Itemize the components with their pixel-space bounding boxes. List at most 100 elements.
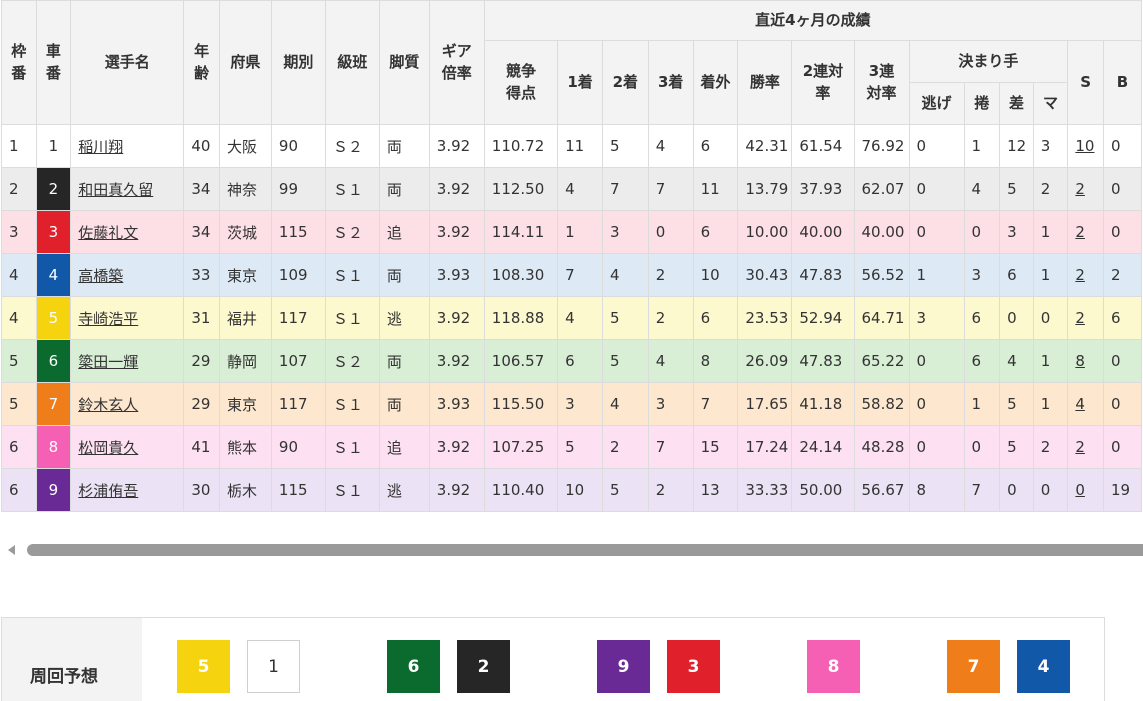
cell-mark: 1 xyxy=(1032,210,1069,254)
cell-mark: 2 xyxy=(1032,425,1069,469)
cell-second: 5 xyxy=(601,124,649,168)
cell-class: Ｓ１ xyxy=(324,296,380,340)
cell-top2: 41.18 xyxy=(791,382,855,426)
car-number-badge: 9 xyxy=(35,468,72,512)
cell-leg: 追 xyxy=(378,210,430,254)
cell-s: 2 xyxy=(1067,425,1105,469)
racer-name-link[interactable]: 稲川翔 xyxy=(78,138,123,156)
cell-top3: 76.92 xyxy=(853,124,910,168)
cell-waku: 3 xyxy=(1,210,37,254)
cell-sashi: 3 xyxy=(999,210,1034,254)
cell-b: 6 xyxy=(1103,296,1142,340)
cell-nige: 0 xyxy=(908,339,965,383)
cell-top2: 40.00 xyxy=(791,210,855,254)
racer-name-link[interactable]: 高橋築 xyxy=(78,267,123,285)
cell-second: 5 xyxy=(601,468,649,512)
cell-score: 110.72 xyxy=(483,124,559,168)
header-name: 選手名 xyxy=(70,0,185,125)
racer-name-link[interactable]: 鈴木玄人 xyxy=(78,396,138,414)
cell-sashi: 0 xyxy=(999,468,1034,512)
s-count-link[interactable]: 2 xyxy=(1075,266,1085,284)
cell-gear: 3.93 xyxy=(428,382,485,426)
cell-name: 松岡貴久 xyxy=(70,425,185,469)
cell-gear: 3.93 xyxy=(428,253,485,297)
s-count-link[interactable]: 2 xyxy=(1075,438,1085,456)
table-row: 3 3 佐藤礼文 34 茨城 115 Ｓ２ 追 3.92 114.11 1 3 0 6 10.00 40.00… xyxy=(1,210,1142,254)
cell-mark: 1 xyxy=(1032,253,1069,297)
car-number-badge: 7 xyxy=(35,382,72,426)
header-kimarite: 決まり手 xyxy=(908,40,1069,83)
cell-win: 17.65 xyxy=(737,382,793,426)
cell-age: 29 xyxy=(183,382,220,426)
cell-age: 33 xyxy=(183,253,220,297)
cell-b: 0 xyxy=(1103,210,1142,254)
cell-mark: 1 xyxy=(1032,339,1069,383)
scroll-left-arrow-icon[interactable] xyxy=(8,545,15,555)
racer-name-link[interactable]: 簗田一輝 xyxy=(78,353,138,371)
cell-first: 6 xyxy=(557,339,603,383)
s-count-link[interactable]: 4 xyxy=(1075,395,1085,413)
cell-age: 29 xyxy=(183,339,220,383)
cell-first: 4 xyxy=(557,296,603,340)
cell-gear: 3.92 xyxy=(428,124,485,168)
s-count-link[interactable]: 0 xyxy=(1075,481,1085,499)
cell-b: 0 xyxy=(1103,167,1142,211)
scrollbar-thumb[interactable] xyxy=(27,544,1143,556)
cell-name: 高橋築 xyxy=(70,253,185,297)
cell-b: 19 xyxy=(1103,468,1142,512)
header-win-rate: 勝率 xyxy=(737,40,793,125)
cell-nige: 0 xyxy=(908,124,965,168)
cell-term: 117 xyxy=(270,296,326,340)
prediction-car-box: 6 xyxy=(387,640,440,693)
cell-top2: 24.14 xyxy=(791,425,855,469)
prediction-car-box: 5 xyxy=(177,640,230,693)
cell-score: 115.50 xyxy=(483,382,559,426)
header-nige: 逃げ xyxy=(908,82,965,125)
cell-out: 13 xyxy=(692,468,739,512)
car-number-badge: 3 xyxy=(35,210,72,254)
cell-sashi: 5 xyxy=(999,167,1034,211)
cell-pref: 熊本 xyxy=(218,425,272,469)
cell-out: 10 xyxy=(692,253,739,297)
car-number-badge: 5 xyxy=(35,296,72,340)
cell-win: 30.43 xyxy=(737,253,793,297)
cell-class: Ｓ２ xyxy=(324,339,380,383)
racer-name-link[interactable]: 寺崎浩平 xyxy=(78,310,138,328)
cell-name: 稲川翔 xyxy=(70,124,185,168)
s-count-link[interactable]: 10 xyxy=(1075,137,1094,155)
cell-pref: 茨城 xyxy=(218,210,272,254)
s-count-link[interactable]: 8 xyxy=(1075,352,1085,370)
horizontal-scrollbar[interactable] xyxy=(0,538,1143,564)
header-recent: 直近4ヶ月の成績 xyxy=(483,0,1143,41)
racer-name-link[interactable]: 杉浦侑吾 xyxy=(78,482,138,500)
cell-third: 3 xyxy=(647,382,694,426)
cell-out: 11 xyxy=(692,167,739,211)
cell-pref: 静岡 xyxy=(218,339,272,383)
cell-term: 90 xyxy=(270,124,326,168)
cell-sashi: 5 xyxy=(999,425,1034,469)
header-leg: 脚質 xyxy=(378,0,430,125)
cell-top2: 37.93 xyxy=(791,167,855,211)
cell-top3: 62.07 xyxy=(853,167,910,211)
header-makuri: 捲 xyxy=(963,82,1001,125)
cell-s: 10 xyxy=(1067,124,1105,168)
cell-term: 115 xyxy=(270,468,326,512)
cell-age: 34 xyxy=(183,210,220,254)
cell-nige: 8 xyxy=(908,468,965,512)
cell-pref: 大阪 xyxy=(218,124,272,168)
racer-name-link[interactable]: 松岡貴久 xyxy=(78,439,138,457)
header-sashi: 差 xyxy=(999,82,1034,125)
cell-top2: 47.83 xyxy=(791,339,855,383)
cell-leg: 逃 xyxy=(378,296,430,340)
s-count-link[interactable]: 2 xyxy=(1075,180,1085,198)
cell-b: 0 xyxy=(1103,382,1142,426)
s-count-link[interactable]: 2 xyxy=(1075,223,1085,241)
cell-age: 40 xyxy=(183,124,220,168)
racer-name-link[interactable]: 和田真久留 xyxy=(78,181,153,199)
cell-third: 7 xyxy=(647,167,694,211)
prediction-car-box: 2 xyxy=(457,640,510,693)
s-count-link[interactable]: 2 xyxy=(1075,309,1085,327)
car-number-badge: 1 xyxy=(35,124,72,168)
cell-out: 6 xyxy=(692,124,739,168)
racer-name-link[interactable]: 佐藤礼文 xyxy=(78,224,138,242)
